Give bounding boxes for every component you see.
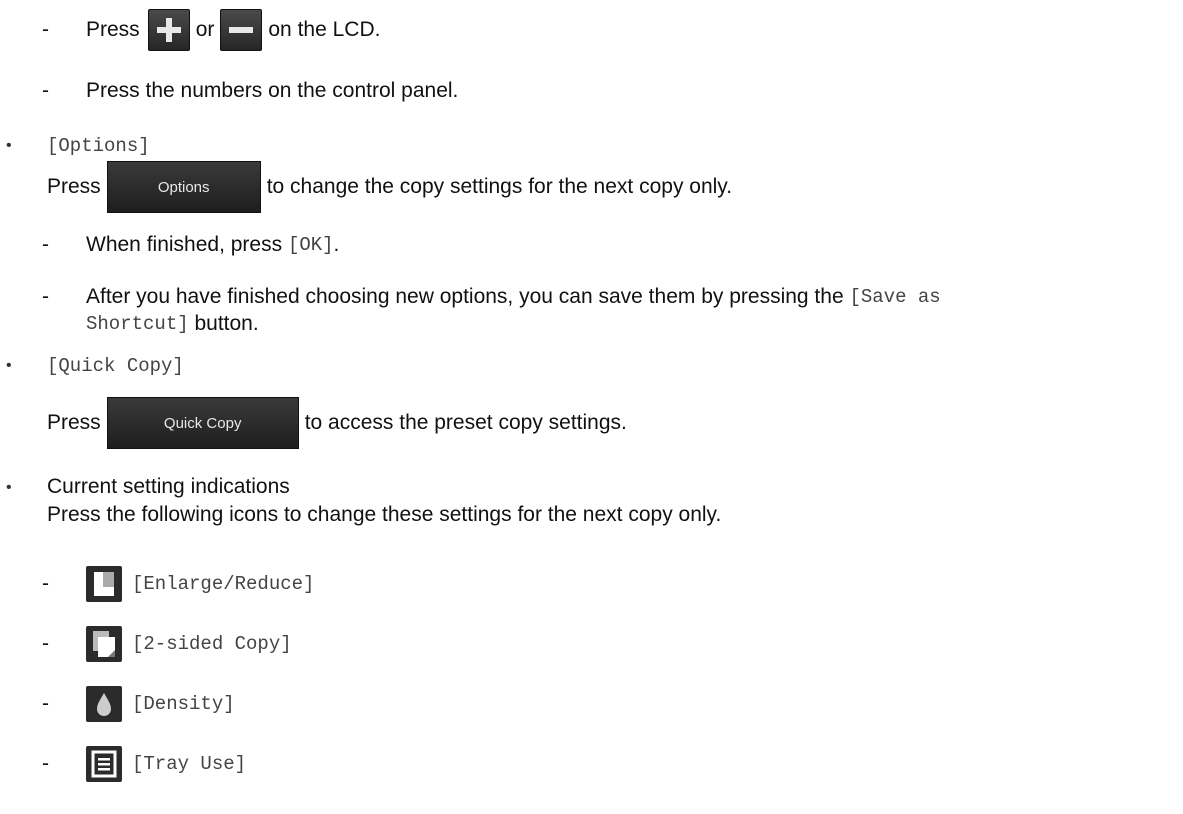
enlarge-reduce-label: [Enlarge/Reduce]: [132, 573, 315, 595]
density-icon[interactable]: [86, 686, 122, 722]
setting-item: - [Enlarge/Reduce]: [42, 562, 314, 606]
quick-copy-text: to access the preset copy settings.: [304, 411, 627, 434]
bullet: •: [6, 357, 12, 374]
save-as-code: [Save as: [849, 286, 941, 308]
counter-lcd-line: - Press or on the LCD.: [42, 4, 380, 56]
quick-copy-button[interactable]: Quick Copy: [106, 397, 299, 449]
two-sided-copy-icon[interactable]: [86, 626, 122, 662]
quick-copy-press-line: Press Quick Copy to access the preset co…: [47, 397, 627, 449]
bullet: •: [6, 137, 12, 154]
quick-copy-title: [Quick Copy]: [47, 355, 184, 377]
setting-item: - [Tray Use]: [42, 742, 246, 786]
options-press-line: Press Options to change the copy setting…: [47, 161, 732, 213]
minus-icon: [229, 27, 254, 33]
current-desc: Press the following icons to change thes…: [47, 503, 722, 526]
enlarge-reduce-icon[interactable]: [86, 566, 122, 602]
setting-item: - [2-sided Copy]: [42, 622, 292, 666]
two-sided-copy-label: [2-sided Copy]: [132, 633, 292, 655]
shortcut-code: Shortcut]: [86, 313, 189, 335]
current-title: Current setting indications: [47, 475, 290, 498]
press-text: Press: [47, 175, 101, 198]
options-save-line: - After you have finished choosing new o…: [42, 285, 941, 308]
options-title: [Options]: [47, 135, 150, 157]
plus-button[interactable]: [147, 9, 190, 51]
options-finished-line: - When finished, press [OK] .: [42, 233, 340, 256]
setting-item: - [Density]: [42, 682, 235, 726]
bullet: •: [6, 479, 12, 496]
press-text: Press: [86, 18, 140, 41]
lcd-suffix-text: on the LCD.: [268, 18, 381, 41]
save-text: After you have finished choosing new opt…: [86, 285, 850, 308]
ok-code: [OK]: [287, 234, 334, 256]
options-button[interactable]: Options: [106, 161, 261, 213]
options-save-line-2: Shortcut] button.: [86, 310, 259, 338]
finished-period: .: [333, 233, 340, 256]
or-text: or: [195, 18, 215, 41]
options-text: to change the copy settings for the next…: [266, 175, 733, 198]
plus-icon: [156, 18, 181, 42]
keypad-text: Press the numbers on the control panel.: [86, 79, 459, 102]
density-label: [Density]: [132, 693, 235, 715]
press-text: Press: [47, 411, 101, 434]
keypad-line: - Press the numbers on the control panel…: [42, 79, 459, 102]
finished-text: When finished, press: [86, 233, 288, 256]
button-text: button.: [188, 312, 259, 335]
tray-use-icon[interactable]: [86, 746, 122, 782]
minus-button[interactable]: [220, 9, 263, 51]
tray-use-label: [Tray Use]: [132, 753, 247, 775]
